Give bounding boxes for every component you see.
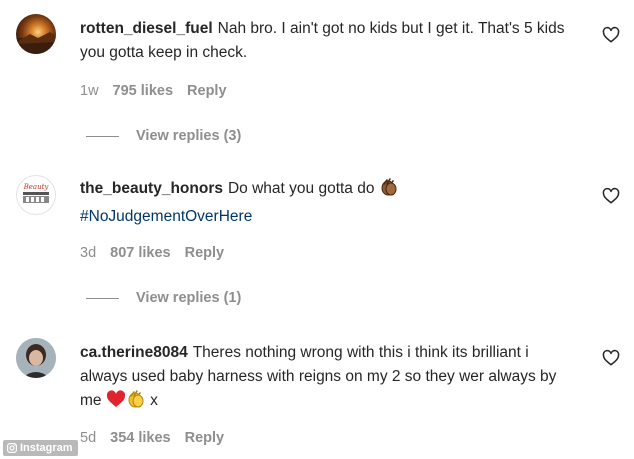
view-replies-button[interactable]: View replies (3) — [86, 128, 241, 144]
comment-body: Do what you gotta do — [227, 180, 375, 197]
username[interactable]: rotten_diesel_fuel — [80, 20, 213, 37]
likes-count[interactable]: 795 likes — [113, 83, 173, 99]
view-replies-button[interactable]: View replies (1) — [86, 290, 241, 306]
avatar[interactable] — [16, 338, 56, 378]
comment-text: rotten_diesel_fuel Nah bro. I ain't got n… — [80, 17, 580, 65]
watermark-text: Instagram — [20, 442, 73, 454]
red-heart-emoji — [106, 389, 126, 417]
comment-meta: 1w 795 likes Reply — [80, 83, 227, 99]
timestamp: 1w — [80, 83, 99, 99]
likes-count[interactable]: 807 likes — [110, 245, 170, 261]
clapping-hands-emoji — [379, 177, 399, 205]
heart-outline-icon[interactable] — [602, 349, 620, 367]
comment-meta: 5d 354 likes Reply — [80, 430, 224, 446]
comment-meta: 3d 807 likes Reply — [80, 245, 224, 261]
comment-text: the_beauty_honors Do what you gotta do #N… — [80, 177, 580, 229]
timestamp: 5d — [80, 430, 97, 446]
view-replies-label: View replies (3) — [136, 128, 242, 144]
likes-count[interactable]: 354 likes — [110, 430, 170, 446]
comment-text: ca.therine8084 Theres nothing wrong with … — [80, 341, 580, 417]
avatar-logo-text: Beauty — [23, 183, 50, 191]
heart-outline-icon[interactable] — [602, 26, 620, 44]
timestamp: 3d — [80, 245, 97, 261]
reply-button[interactable]: Reply — [187, 83, 227, 99]
clapping-hands-emoji — [126, 389, 146, 417]
avatar[interactable]: Beauty — [16, 175, 56, 215]
hashtag-link[interactable]: #NoJudgementOverHere — [80, 208, 252, 225]
reply-button[interactable]: Reply — [185, 430, 225, 446]
reply-button[interactable]: Reply — [185, 245, 225, 261]
divider-line — [86, 297, 119, 299]
username[interactable]: ca.therine8084 — [80, 344, 188, 361]
avatar[interactable] — [16, 14, 56, 54]
divider-line — [86, 135, 119, 137]
camera-icon — [7, 443, 17, 453]
view-replies-label: View replies (1) — [136, 290, 242, 306]
comment-suffix: x — [150, 392, 158, 409]
username[interactable]: the_beauty_honors — [80, 180, 223, 197]
instagram-watermark: Instagram — [3, 440, 78, 456]
heart-outline-icon[interactable] — [602, 187, 620, 205]
